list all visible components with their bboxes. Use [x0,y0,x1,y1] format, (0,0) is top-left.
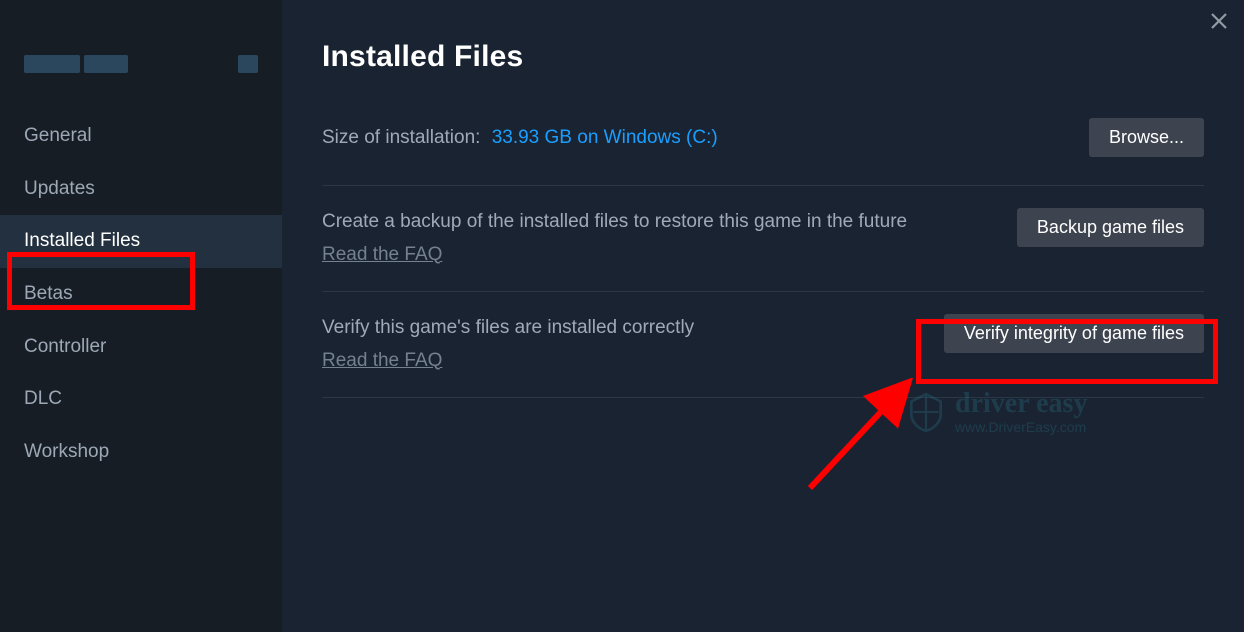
close-button[interactable] [1208,10,1230,32]
sidebar-item-controller[interactable]: Controller [0,321,282,374]
browse-button[interactable]: Browse... [1089,118,1204,157]
sidebar-item-installed-files[interactable]: Installed Files [0,215,282,268]
sidebar-item-dlc[interactable]: DLC [0,373,282,426]
verify-text: Verify this game's files are installed c… [322,317,694,338]
backup-description: Create a backup of the installed files t… [322,208,977,269]
sidebar-item-betas[interactable]: Betas [0,268,282,321]
backup-game-files-button[interactable]: Backup game files [1017,208,1204,247]
game-title-placeholder [24,52,258,76]
verify-description: Verify this game's files are installed c… [322,314,904,375]
backup-faq-link[interactable]: Read the FAQ [322,241,442,270]
page-title: Installed Files [322,40,1204,74]
size-row: Size of installation: 33.93 GB on Window… [322,118,1204,186]
verify-row: Verify this game's files are installed c… [322,292,1204,398]
close-icon [1210,12,1228,30]
backup-text: Create a backup of the installed files t… [322,211,907,232]
sidebar-item-general[interactable]: General [0,110,282,163]
sidebar: General Updates Installed Files Betas Co… [0,0,282,632]
size-of-installation: Size of installation: 33.93 GB on Window… [322,127,718,149]
size-value-link[interactable]: 33.93 GB on Windows (C:) [492,127,718,148]
size-label-text: Size of installation: [322,127,480,148]
sidebar-item-workshop[interactable]: Workshop [0,426,282,479]
sidebar-item-updates[interactable]: Updates [0,163,282,216]
verify-faq-link[interactable]: Read the FAQ [322,347,442,376]
verify-integrity-button[interactable]: Verify integrity of game files [944,314,1204,353]
content-panel: Installed Files Size of installation: 33… [282,0,1244,632]
backup-row: Create a backup of the installed files t… [322,186,1204,292]
